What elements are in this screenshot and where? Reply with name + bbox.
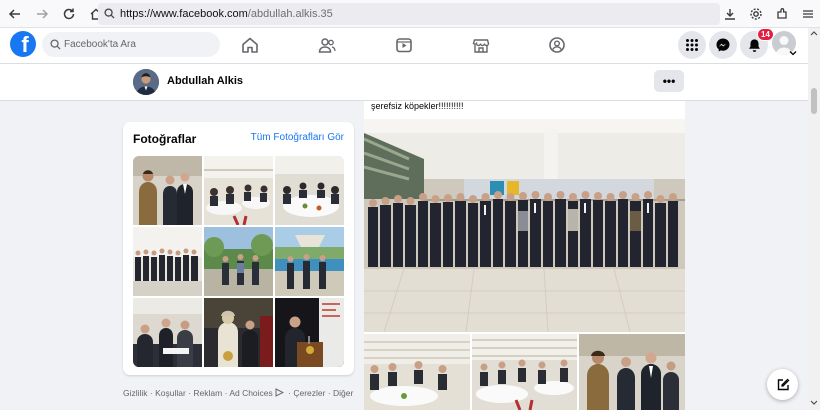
photo-thumbnail[interactable] <box>204 156 273 225</box>
watch-icon[interactable] <box>389 32 419 58</box>
chevron-down-icon[interactable] <box>789 50 797 56</box>
reload-icon[interactable] <box>57 2 81 26</box>
footer-link-more[interactable]: Diğer <box>333 388 353 398</box>
post-photo-thumbnail[interactable] <box>579 334 686 410</box>
see-all-photos-link[interactable]: Tüm Fotoğrafları Gör <box>251 132 344 143</box>
ad-choices-icon <box>275 388 284 397</box>
photo-thumbnail[interactable] <box>275 156 344 225</box>
menu-icon[interactable] <box>796 2 820 26</box>
facebook-logo[interactable]: f <box>10 31 36 57</box>
facebook-header: f Facebook'ta Ara 14 <box>0 28 808 64</box>
photo-grid <box>133 156 344 367</box>
photos-card: Fotoğraflar Tüm Fotoğrafları Gör <box>123 122 354 375</box>
compose-icon <box>777 378 789 390</box>
groups-icon[interactable] <box>542 32 572 58</box>
menu-grid-icon[interactable] <box>678 31 706 59</box>
post-main-photo[interactable] <box>364 119 685 332</box>
footer-links: Gizlilik · Koşullar · Reklam · Ad Choice… <box>123 388 353 398</box>
footer-separator: · <box>325 388 334 398</box>
gear-icon[interactable] <box>744 2 768 26</box>
friends-icon[interactable] <box>312 32 342 58</box>
notification-badge: 14 <box>757 28 774 41</box>
photo-thumbnail[interactable] <box>133 227 202 296</box>
search-placeholder: Facebook'ta Ara <box>64 39 136 50</box>
search-input[interactable]: Facebook'ta Ara <box>42 32 220 57</box>
footer-link-cookies[interactable]: Çerezler <box>293 388 325 398</box>
marketplace-icon[interactable] <box>466 32 496 58</box>
address-bar[interactable]: https://www.facebook.com/abdullah.alkis.… <box>98 3 720 25</box>
new-message-button[interactable] <box>767 369 798 400</box>
browser-toolbar: https://www.facebook.com/abdullah.alkis.… <box>0 0 820 28</box>
photo-thumbnail[interactable] <box>275 298 344 367</box>
profile-avatar[interactable] <box>133 69 159 95</box>
messenger-icon[interactable] <box>709 31 737 59</box>
post-photo-thumbnail[interactable] <box>364 334 470 410</box>
scrollbar-thumb[interactable] <box>811 88 817 114</box>
photo-thumbnail[interactable] <box>204 227 273 296</box>
scroll-up-icon[interactable] <box>810 30 818 36</box>
footer-separator: · <box>147 388 156 398</box>
forward-icon[interactable] <box>30 2 54 26</box>
profile-name[interactable]: Abdullah Alkis <box>167 75 243 87</box>
download-icon[interactable] <box>718 2 742 26</box>
url-host: https://www.facebook.com <box>120 8 248 20</box>
photo-thumbnail[interactable] <box>275 227 344 296</box>
post-photo-thumbnail[interactable] <box>471 334 578 410</box>
footer-link-terms[interactable]: Koşullar <box>155 388 186 398</box>
more-options-button[interactable]: ••• <box>654 70 684 92</box>
url-path: /abdullah.alkis.35 <box>247 8 333 20</box>
photo-thumbnail[interactable] <box>204 298 273 367</box>
page-scrollbar[interactable] <box>808 28 820 410</box>
photo-thumbnail[interactable] <box>133 156 202 225</box>
post-photo-row <box>364 334 686 410</box>
extensions-icon[interactable] <box>770 2 794 26</box>
back-icon[interactable] <box>3 2 27 26</box>
profile-sticky-bar: Abdullah Alkis ••• <box>0 64 808 101</box>
search-icon <box>50 39 61 50</box>
footer-link-privacy[interactable]: Gizlilik <box>123 388 148 398</box>
footer-link-ad-choices[interactable]: Ad Choices <box>229 388 272 398</box>
home-icon[interactable] <box>235 32 265 58</box>
footer-link-advertising[interactable]: Reklam <box>193 388 222 398</box>
post-text: şerefsiz köpekler!!!!!!!!!! <box>371 101 464 111</box>
search-icon <box>104 8 115 19</box>
photo-thumbnail[interactable] <box>133 298 202 367</box>
photos-title: Fotoğraflar <box>133 132 197 146</box>
scroll-down-icon[interactable] <box>810 400 818 406</box>
post-card: şerefsiz köpekler!!!!!!!!!! <box>364 101 686 410</box>
